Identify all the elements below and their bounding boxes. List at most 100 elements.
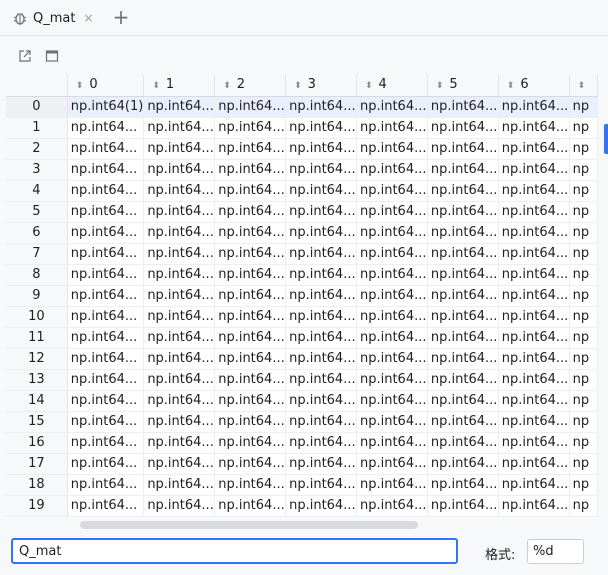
table-cell[interactable]: np.int64... [214, 96, 287, 118]
table-cell[interactable]: np [569, 306, 598, 328]
table-cell[interactable]: np.int64... [143, 159, 216, 181]
table-row[interactable]: 0 np.int64(1) np.int64... np.int64... np.int… [6, 96, 598, 118]
table-cell[interactable]: np.int64... [143, 96, 216, 118]
table-cell[interactable]: np.int64... [285, 369, 357, 391]
table-cell[interactable]: np.int64... [427, 306, 499, 328]
table-cell[interactable]: np.int64... [356, 348, 428, 370]
table-cell[interactable]: np.int64... [427, 264, 499, 286]
table-cell[interactable]: np.int64... [427, 201, 499, 223]
table-cell[interactable]: np [569, 474, 598, 496]
table-cell[interactable]: np.int64... [143, 285, 216, 307]
table-cell[interactable]: np.int64... [427, 96, 499, 118]
column-header-1[interactable]: ⬍ 1 [143, 74, 216, 97]
table-cell[interactable]: np.int64... [498, 138, 570, 160]
table-cell[interactable]: np.int64... [498, 222, 570, 244]
table-cell[interactable]: np.int64... [427, 138, 499, 160]
table-cell[interactable]: np.int64... [427, 117, 499, 139]
table-cell[interactable]: np.int64... [285, 306, 357, 328]
table-cell[interactable]: np.int64... [427, 474, 499, 496]
table-cell[interactable]: np.int64... [67, 201, 145, 223]
close-icon[interactable]: × [83, 11, 93, 25]
table-cell[interactable]: np.int64... [214, 180, 287, 202]
open-window-button[interactable] [42, 46, 62, 66]
table-cell[interactable]: np [569, 243, 598, 265]
table-cell[interactable]: np.int64... [143, 243, 216, 265]
table-cell[interactable]: np.int64... [143, 369, 216, 391]
format-input[interactable] [527, 539, 584, 564]
table-cell[interactable]: np.int64... [67, 180, 145, 202]
table-cell[interactable]: np.int64... [214, 348, 287, 370]
table-cell[interactable]: np.int64... [498, 369, 570, 391]
table-cell[interactable]: np.int64... [356, 222, 428, 244]
table-cell[interactable]: np.int64... [498, 243, 570, 265]
table-cell[interactable]: np.int64... [285, 264, 357, 286]
table-row[interactable]: 16 np.int64... np.int64... np.int64... np.in… [6, 432, 598, 454]
table-cell[interactable]: np.int64... [214, 264, 287, 286]
table-cell[interactable]: np.int64... [143, 138, 216, 160]
table-cell[interactable]: np.int64... [67, 222, 145, 244]
table-cell[interactable]: np.int64... [214, 432, 287, 454]
table-cell[interactable]: np.int64... [498, 96, 570, 118]
table-cell[interactable]: np.int64... [214, 138, 287, 160]
table-cell[interactable]: np.int64... [356, 474, 428, 496]
table-cell[interactable]: np.int64... [285, 453, 357, 475]
table-cell[interactable]: np.int64... [498, 390, 570, 412]
table-cell[interactable]: np.int64... [356, 159, 428, 181]
table-cell[interactable]: np.int64... [214, 243, 287, 265]
table-cell[interactable]: np.int64... [285, 201, 357, 223]
data-grid[interactable]: ⬍ 0 ⬍ 1 ⬍ 2 ⬍ 3 ⬍ 4 ⬍ 5 ⬍ 6 ⬍ 0 np.int64(1) np.int64... n… [6, 74, 598, 518]
table-cell[interactable]: np.int64... [498, 474, 570, 496]
table-cell[interactable]: np.int64... [143, 495, 216, 517]
table-cell[interactable]: np.int64... [356, 264, 428, 286]
table-cell[interactable]: np [569, 201, 598, 223]
table-cell[interactable]: np.int64... [143, 306, 216, 328]
table-cell[interactable]: np [569, 369, 598, 391]
table-cell[interactable]: np.int64... [427, 432, 499, 454]
table-cell[interactable]: np.int64... [498, 159, 570, 181]
table-cell[interactable]: np.int64... [427, 390, 499, 412]
table-cell[interactable]: np.int64... [214, 474, 287, 496]
table-cell[interactable]: np [569, 411, 598, 433]
table-cell[interactable]: np.int64... [427, 159, 499, 181]
table-cell[interactable]: np.int64... [356, 453, 428, 475]
table-cell[interactable]: np.int64... [498, 327, 570, 349]
table-row[interactable]: 9 np.int64... np.int64... np.int64... np.int… [6, 285, 598, 307]
table-cell[interactable]: np.int64... [143, 348, 216, 370]
column-header-5[interactable]: ⬍ 5 [427, 74, 499, 97]
table-cell[interactable]: np.int64... [67, 117, 145, 139]
table-cell[interactable]: np [569, 453, 598, 475]
table-cell[interactable]: np.int64... [427, 180, 499, 202]
table-cell[interactable]: np [569, 432, 598, 454]
table-cell[interactable]: np.int64... [498, 411, 570, 433]
table-cell[interactable]: np.int64... [285, 474, 357, 496]
table-cell[interactable]: np.int64... [214, 306, 287, 328]
table-cell[interactable]: np.int64... [427, 243, 499, 265]
table-row[interactable]: 18 np.int64... np.int64... np.int64... np.in… [6, 474, 598, 496]
table-cell[interactable]: np.int64... [214, 327, 287, 349]
table-cell[interactable]: np [569, 264, 598, 286]
column-header-2[interactable]: ⬍ 2 [214, 74, 287, 97]
table-cell[interactable]: np.int64... [427, 411, 499, 433]
table-row[interactable]: 15 np.int64... np.int64... np.int64... np.in… [6, 411, 598, 433]
table-cell[interactable]: np.int64... [285, 96, 357, 118]
table-cell[interactable]: np.int64... [214, 201, 287, 223]
table-cell[interactable]: np [569, 390, 598, 412]
table-cell[interactable]: np.int64... [67, 327, 145, 349]
table-cell[interactable]: np [569, 138, 598, 160]
table-cell[interactable]: np.int64... [427, 369, 499, 391]
table-cell[interactable]: np.int64... [214, 222, 287, 244]
table-cell[interactable]: np.int64... [356, 306, 428, 328]
column-header-4[interactable]: ⬍ 4 [356, 74, 428, 97]
table-cell[interactable]: np.int64... [143, 411, 216, 433]
table-cell[interactable]: np.int64... [143, 264, 216, 286]
table-cell[interactable]: np.int64... [67, 495, 145, 517]
table-cell[interactable]: np.int64... [67, 348, 145, 370]
table-cell[interactable]: np.int64... [214, 159, 287, 181]
table-cell[interactable]: np.int64... [143, 453, 216, 475]
table-cell[interactable]: np.int64... [67, 285, 145, 307]
table-cell[interactable]: np.int64... [285, 348, 357, 370]
table-cell[interactable]: np.int64(1) [67, 96, 145, 118]
table-cell[interactable]: np.int64... [143, 432, 216, 454]
table-row[interactable]: 5 np.int64... np.int64... np.int64... np.int… [6, 201, 598, 223]
table-cell[interactable]: np.int64... [427, 495, 499, 517]
